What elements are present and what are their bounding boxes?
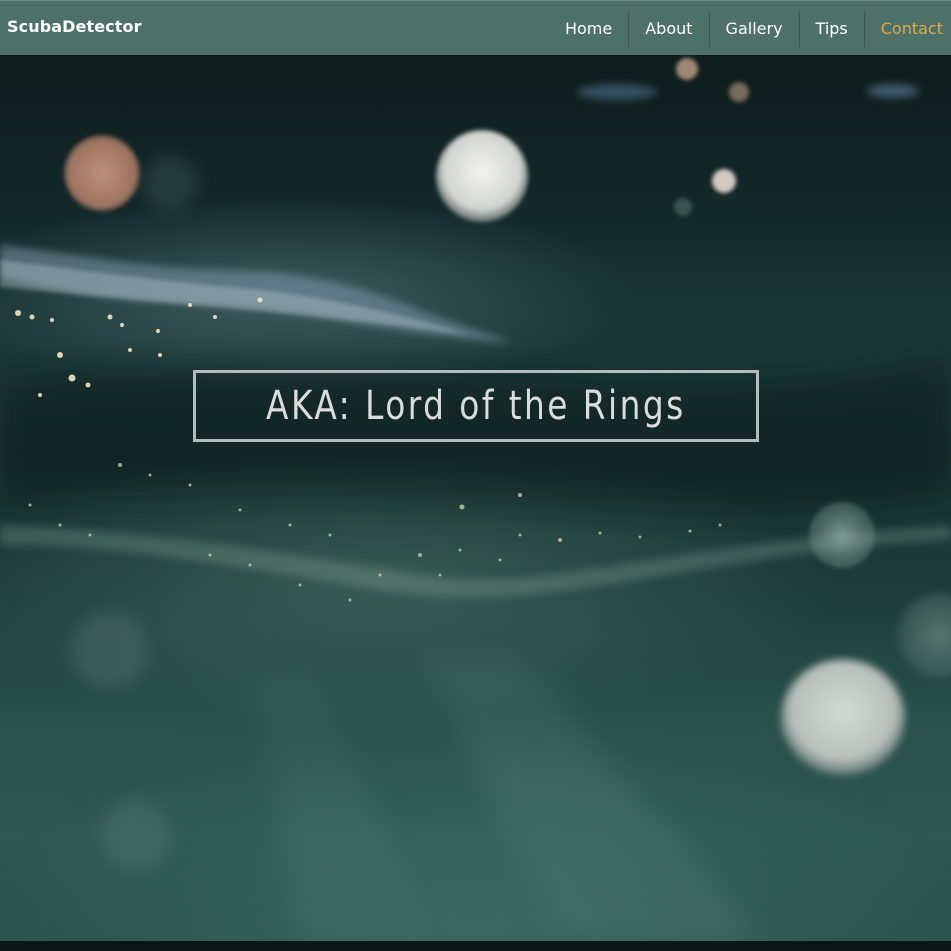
hero-title: AKA: Lord of the Rings bbox=[266, 383, 686, 429]
page: ScubaDetector Home About Gallery Tips Co… bbox=[0, 0, 951, 951]
hero-title-box: AKA: Lord of the Rings bbox=[193, 370, 759, 442]
page-bottom-edge bbox=[0, 941, 951, 951]
nav-menu: Home About Gallery Tips Contact bbox=[549, 1, 951, 56]
underwater-bokeh-image bbox=[0, 58, 951, 941]
nav-link-about[interactable]: About bbox=[628, 10, 708, 47]
nav-link-contact[interactable]: Contact bbox=[863, 10, 951, 47]
nav-link-gallery[interactable]: Gallery bbox=[708, 10, 799, 47]
hero-background-image bbox=[0, 55, 951, 941]
navbar: ScubaDetector Home About Gallery Tips Co… bbox=[0, 0, 951, 55]
brand-logo-link[interactable]: ScubaDetector bbox=[7, 17, 142, 36]
nav-link-tips[interactable]: Tips bbox=[798, 10, 864, 47]
nav-link-home[interactable]: Home bbox=[549, 11, 628, 47]
